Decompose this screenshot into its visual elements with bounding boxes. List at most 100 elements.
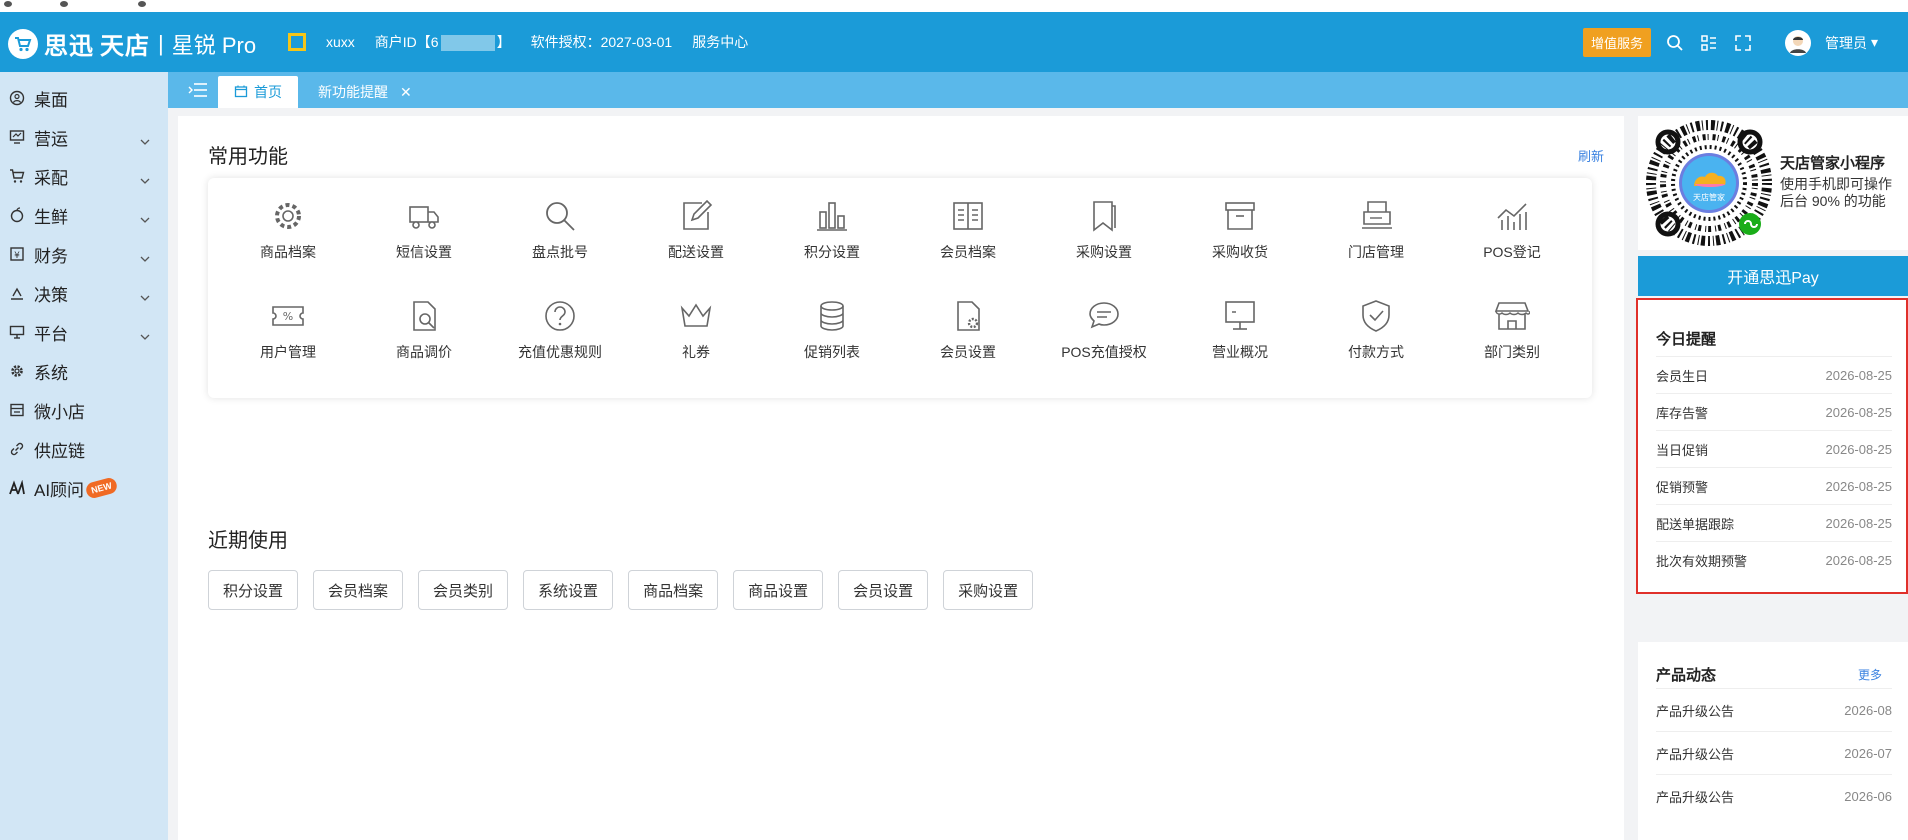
tab-bar: 首页 新功能提醒 ✕ — [168, 72, 1908, 108]
vip-service-button[interactable]: 增值服务 — [1582, 28, 1651, 57]
function-label: 用户管理 — [260, 344, 316, 360]
function-item[interactable]: 短信设置 — [356, 188, 492, 288]
reminder-row[interactable]: 批次有效期预警 2026-08-25 — [1656, 541, 1892, 578]
grid-icon[interactable] — [1699, 33, 1719, 53]
function-item[interactable]: 礼券 — [628, 288, 764, 388]
function-item[interactable]: POS登记 — [1444, 188, 1580, 288]
news-row[interactable]: 产品升级公告 2026-07 — [1656, 731, 1892, 774]
chevron-down-icon — [140, 131, 150, 151]
function-item[interactable]: 会员档案 — [900, 188, 1036, 288]
sidebar-item-platform[interactable]: 平台 — [0, 312, 168, 352]
chevron-down-icon — [140, 326, 150, 346]
function-item[interactable]: 盘点批号 — [492, 188, 628, 288]
tab-home-label: 首页 — [254, 84, 282, 100]
recent-button[interactable]: 商品设置 — [733, 570, 824, 610]
finance-icon: ¥ — [8, 245, 26, 263]
sidebar-item-mini-shop[interactable]: 微小店 — [0, 390, 168, 430]
reminder-row[interactable]: 促销预警 2026-08-25 — [1656, 467, 1892, 504]
recent-button[interactable]: 会员类别 — [418, 570, 509, 610]
common-functions-card: 商品档案 短信设置 盘点批号 配送设置 积分设置 会员档案 采购设置 采购收货 … — [208, 178, 1592, 398]
top-header: 思迅 天店 | 星锐 Pro xuxx 商户ID【6 】 软件授权：2027-03… — [0, 12, 1908, 72]
menu-toggle-icon[interactable] — [188, 82, 208, 103]
function-item[interactable]: 部门类别 — [1444, 288, 1580, 388]
product-news-title: 产品动态 — [1656, 667, 1717, 684]
avatar[interactable] — [1784, 29, 1811, 56]
svg-text:%: % — [283, 310, 293, 323]
recent-button[interactable]: 商品档案 — [628, 570, 719, 610]
admin-label: 管理员 — [1824, 34, 1867, 51]
news-date: 2026-07 — [1844, 745, 1892, 761]
bookmark-dot-icon — [4, 1, 12, 7]
tab-home[interactable]: 首页 — [218, 76, 298, 108]
qrcode-icon[interactable] — [288, 33, 306, 51]
function-item[interactable]: 采购收货 — [1172, 188, 1308, 288]
store-icon — [1494, 302, 1530, 330]
recent-button[interactable]: 采购设置 — [943, 570, 1034, 610]
reminder-date: 2026-08-25 — [1825, 552, 1893, 568]
mini-program-qrcode[interactable]: 天店管家 — [1646, 120, 1772, 246]
truck-icon — [409, 206, 439, 229]
reminder-row[interactable]: 库存告警 2026-08-25 — [1656, 393, 1892, 430]
sidebar-item-finance[interactable]: ¥ 财务 — [0, 234, 168, 274]
chevron-down-icon — [140, 248, 150, 268]
sidebar-item-label: 生鲜 — [34, 207, 68, 227]
recent-button[interactable]: 会员设置 — [838, 570, 929, 610]
reminder-row[interactable]: 当日促销 2026-08-25 — [1656, 430, 1892, 467]
sidebar-item-supply-chain[interactable]: 供应链 — [0, 429, 168, 469]
function-item[interactable]: 商品档案 — [220, 188, 356, 288]
sidebar-item-operations[interactable]: 营运 — [0, 117, 168, 157]
recent-button[interactable]: 会员档案 — [313, 570, 404, 610]
caret-down-icon: ▾ — [1870, 34, 1878, 50]
trend-icon — [1497, 203, 1527, 230]
ticket-icon: % — [272, 306, 304, 326]
search-icon[interactable] — [1665, 33, 1685, 53]
reminder-date: 2026-08-25 — [1825, 478, 1893, 494]
service-center-link[interactable]: 服务中心 — [692, 32, 748, 52]
function-item[interactable]: 商品调价 — [356, 288, 492, 388]
function-label: 营业概况 — [1212, 344, 1268, 360]
tab-notice-label: 新功能提醒 — [318, 84, 388, 100]
function-item[interactable]: 会员设置 — [900, 288, 1036, 388]
cart-icon — [8, 167, 26, 185]
sidebar-item-ai-advisor[interactable]: AI顾问 NEW — [0, 468, 168, 508]
function-item[interactable]: 营业概况 — [1172, 288, 1308, 388]
function-label: 配送设置 — [668, 244, 724, 260]
fullscreen-icon[interactable] — [1733, 33, 1753, 53]
recent-button[interactable]: 积分设置 — [208, 570, 299, 610]
sidebar-item-purchase[interactable]: 采配 — [0, 156, 168, 196]
sidebar-item-fresh[interactable]: 生鲜 — [0, 195, 168, 235]
function-label: 采购设置 — [1076, 244, 1132, 260]
sidebar-item-system[interactable]: 系统 — [0, 351, 168, 391]
admin-menu[interactable]: 管理员 ▾ — [1825, 33, 1878, 53]
function-item[interactable]: 付款方式 — [1308, 288, 1444, 388]
open-pay-button[interactable]: 开通思迅Pay — [1638, 256, 1908, 296]
function-item[interactable]: 积分设置 — [764, 188, 900, 288]
more-link[interactable]: 更多 — [1858, 666, 1882, 683]
close-icon[interactable]: ✕ — [400, 84, 412, 101]
reminder-row[interactable]: 配送单据跟踪 2026-08-25 — [1656, 504, 1892, 541]
function-item[interactable]: 促销列表 — [764, 288, 900, 388]
news-row[interactable]: 产品升级公告 2026-08 — [1656, 688, 1892, 731]
main-panel: 常用功能 刷新 商品档案 短信设置 盘点批号 配送设置 积分设置 会员档案 采购… — [178, 116, 1624, 840]
news-date: 2026-08 — [1844, 702, 1892, 718]
tab-feature-notice[interactable]: 新功能提醒 ✕ — [308, 76, 412, 108]
function-item[interactable]: 采购设置 — [1036, 188, 1172, 288]
function-item[interactable]: POS充值授权 — [1036, 288, 1172, 388]
reminder-row[interactable]: 会员生日 2026-08-25 — [1656, 356, 1892, 393]
recent-use-title: 近期使用 — [208, 530, 288, 552]
refresh-link[interactable]: 刷新 — [1578, 146, 1604, 165]
function-item[interactable]: 门店管理 — [1308, 188, 1444, 288]
function-item[interactable]: 配送设置 — [628, 188, 764, 288]
book-icon — [953, 202, 983, 230]
brand-logo[interactable]: 思迅 天店 | 星锐 Pro — [8, 26, 256, 61]
mini-program-title: 天店管家小程序 — [1780, 155, 1886, 172]
function-item[interactable]: 充值优惠规则 — [492, 288, 628, 388]
sidebar-item-desktop[interactable]: 桌面 — [0, 78, 168, 118]
function-item[interactable]: % 用户管理 — [220, 288, 356, 388]
recent-button[interactable]: 系统设置 — [523, 570, 614, 610]
sidebar-item-decision[interactable]: 决策 — [0, 273, 168, 313]
svg-text:¥: ¥ — [14, 251, 20, 261]
chevron-down-icon — [140, 287, 150, 307]
news-row[interactable]: 产品升级公告 2026-06 — [1656, 774, 1892, 817]
printer-icon — [1362, 201, 1392, 229]
